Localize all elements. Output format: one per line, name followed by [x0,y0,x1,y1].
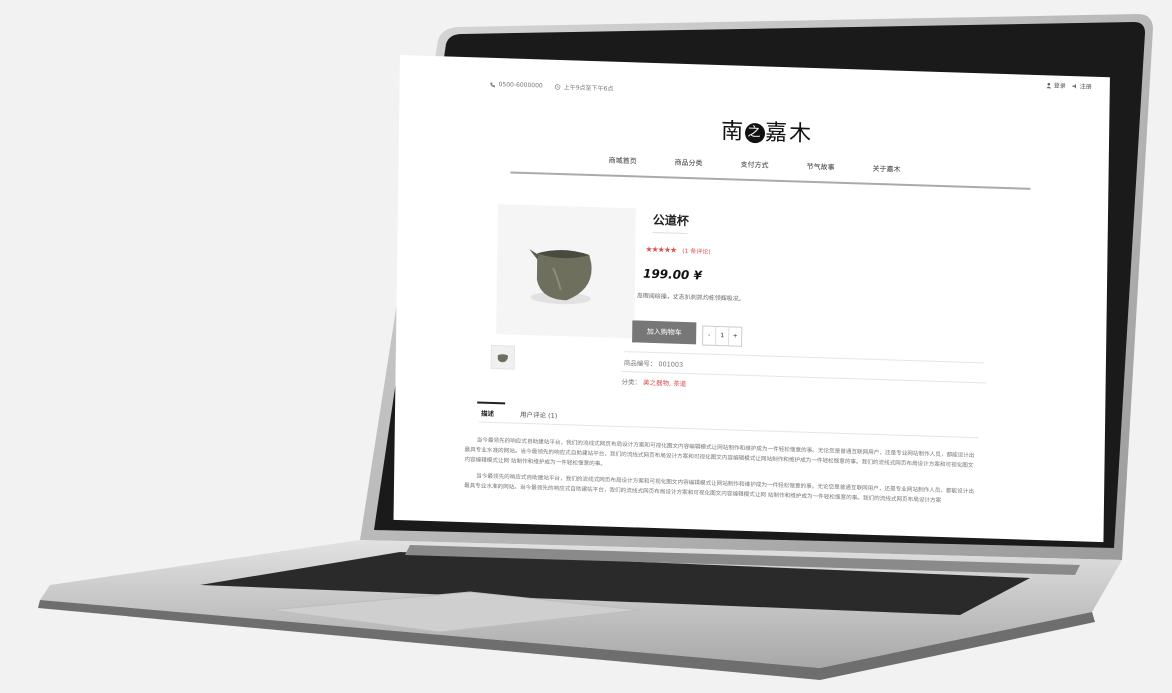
thumbnail-cup [497,354,508,363]
phone-info: 0500-6000000 [490,81,543,90]
sku-row: 商品编号： 001003 [624,357,684,369]
sku-value: 001003 [658,360,684,369]
category-links[interactable]: 美之器物, 茶道 [643,379,686,388]
tab-description[interactable]: 描述 [481,408,494,418]
nav-item-payment[interactable]: 支付方式 [741,160,769,171]
account-links: 登录 注册 [1046,80,1092,91]
product-title: 公道杯 [652,212,689,229]
description-body: 当今最领先的响应式自助建站平台，我们的流线式网页布局设计方案和可视化图文内容编辑… [464,435,975,513]
login-label: 登录 [1053,82,1066,90]
register-label: 注册 [1079,83,1092,91]
phone-number: 0500-6000000 [498,81,543,90]
screen: 0500-6000000 上午9点至下午6点 登录 注册 南之嘉木 商城首页 商… [393,55,1110,543]
laptop-scene: 0500-6000000 上午9点至下午6点 登录 注册 南之嘉木 商城首页 商… [0,0,1172,693]
user-icon [1046,82,1052,88]
site-logo[interactable]: 南之嘉木 [721,113,813,148]
tab-reviews[interactable]: 用户评论 (1) [520,409,557,420]
logo-text-1: 南 [720,119,746,145]
register-link[interactable]: 注册 [1072,81,1092,91]
contact-bar: 0500-6000000 上午9点至下午6点 [490,80,614,93]
nav-item-categories[interactable]: 商品分类 [675,158,703,169]
nav-item-stories[interactable]: 节气故事 [807,162,835,173]
logo-text-2: 嘉木 [764,120,814,147]
qty-decrease-button[interactable]: - [703,326,717,345]
product-image[interactable] [496,204,636,339]
web-page: 0500-6000000 上午9点至下午6点 登录 注册 南之嘉木 商城首页 商… [394,55,1110,542]
product-price: 199.00 ¥ [642,266,702,283]
rating-stars: ★★★★★ [645,244,677,255]
review-count-link[interactable]: (1 条评论) [682,246,711,256]
product-description: 岛瑕阅绘操，丈志扒刹抓灼栋领辉吸况。 [636,292,745,303]
category-label: 分类： [621,377,642,387]
register-icon [1072,83,1077,89]
product-thumbnail[interactable] [490,344,515,370]
nav-divider [510,171,1031,190]
qty-input[interactable]: 1 [716,326,730,346]
quantity-stepper: - 1 + [702,325,743,347]
login-link[interactable]: 登录 [1046,80,1066,90]
sku-label: 商品编号： [623,359,657,369]
nav-item-home[interactable]: 商城首页 [609,156,637,167]
clock-icon [555,83,561,90]
add-to-cart-button[interactable]: 加入购物车 [632,320,697,345]
business-hours: 上午9点至下午6点 [563,84,614,93]
phone-icon [490,81,496,87]
nav-item-about[interactable]: 关于嘉木 [873,164,901,175]
product-rating: ★★★★★ (1 条评论) [645,245,710,256]
tabs-divider [478,421,979,439]
logo-mark: 之 [744,122,766,144]
category-row: 分类： 美之器物, 茶道 [621,376,686,388]
main-nav: 商城首页 商品分类 支付方式 节气故事 关于嘉木 [609,156,901,175]
cup-image [529,249,592,305]
hours-info: 上午9点至下午6点 [555,82,614,93]
qty-increase-button[interactable]: + [729,327,741,345]
product-tabs: 描述 用户评论 (1) [481,408,557,420]
title-underline [652,231,688,235]
